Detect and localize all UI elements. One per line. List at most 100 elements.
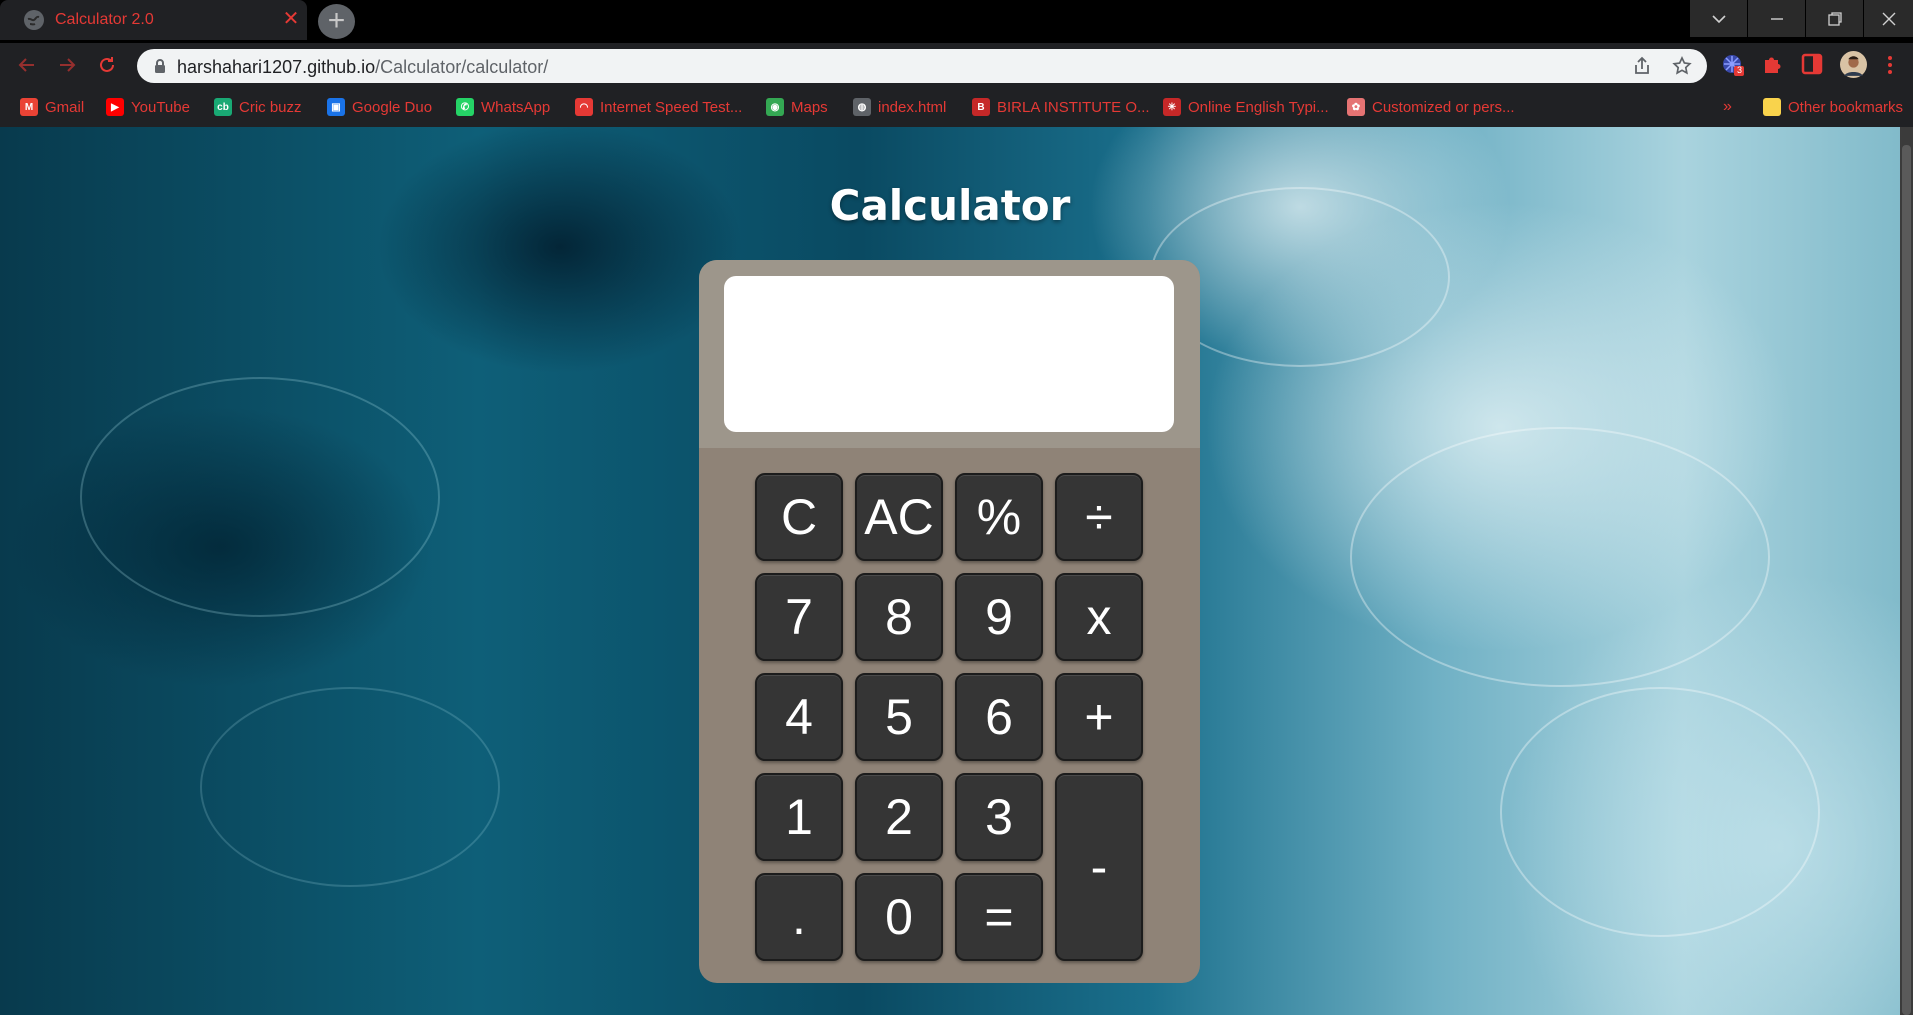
new-tab-button[interactable]: +	[318, 4, 355, 39]
other-bookmarks[interactable]: Other bookmarks	[1763, 96, 1903, 118]
speedtest-icon: ◠	[575, 98, 593, 116]
key-9[interactable]: 9	[955, 573, 1043, 661]
key-decimal[interactable]: .	[755, 873, 843, 961]
typing-icon: ✳	[1163, 98, 1181, 116]
bookmark-label: Cric buzz	[239, 98, 302, 116]
folder-icon	[1763, 98, 1781, 116]
tab-title: Calculator 2.0	[55, 11, 154, 28]
minimize-icon	[1770, 17, 1783, 20]
browser-toolbar: harshahari1207.github.io/Calculator/calc…	[0, 43, 1913, 86]
bookmark-label: Google Duo	[352, 98, 433, 116]
bookmark-label: WhatsApp	[481, 98, 551, 116]
bookmark-item[interactable]: ◠ Internet Speed Test...	[575, 96, 742, 118]
bookmark-item[interactable]: B BIRLA INSTITUTE O...	[972, 96, 1150, 118]
bookmarks-bar: M Gmail ▶ YouTube cb Cric buzz ▣ Google Duo ✆ Wha…	[0, 86, 1913, 127]
gift-icon: ✿	[1347, 98, 1365, 116]
key-divide[interactable]: ÷	[1055, 473, 1143, 561]
globe-icon	[24, 10, 44, 30]
key-multiply[interactable]: x	[1055, 573, 1143, 661]
bookmark-label: index.html	[878, 98, 947, 116]
sea-foam	[1500, 687, 1820, 937]
forward-arrow-icon	[60, 58, 76, 72]
bookmark-item[interactable]: ▣ Google Duo	[327, 96, 432, 118]
bookmark-label: YouTube	[131, 98, 190, 116]
puzzle-icon[interactable]	[1760, 52, 1784, 76]
url-path: /Calculator/calculator/	[375, 57, 549, 77]
bookmark-item[interactable]: ✿ Customized or pers...	[1347, 96, 1515, 118]
page-title: Calculator	[829, 181, 1071, 230]
key-all-clear[interactable]: AC	[855, 473, 943, 561]
bookmark-label: Online English Typi...	[1188, 98, 1329, 116]
chevron-down-icon	[1711, 14, 1726, 23]
key-equals[interactable]: =	[955, 873, 1043, 961]
gmail-icon: M	[20, 98, 38, 116]
key-3[interactable]: 3	[955, 773, 1043, 861]
url-text[interactable]: harshahari1207.github.io/Calculator/calc…	[177, 57, 548, 78]
youtube-icon: ▶	[106, 98, 124, 116]
key-7[interactable]: 7	[755, 573, 843, 661]
bookmark-item[interactable]: ✆ WhatsApp	[456, 96, 550, 118]
key-clear[interactable]: C	[755, 473, 843, 561]
tab-strip: Calculator 2.0 ✕ +	[0, 0, 1913, 43]
close-window-button[interactable]	[1864, 0, 1913, 37]
minimize-button[interactable]	[1748, 0, 1805, 37]
calculator: C AC% ÷ 7 8 9 x 4 5 6 +1 2 3-. 0 =	[699, 260, 1200, 983]
page-background: Calculator C AC% ÷ 7 8 9 x 4 5 6 +1 2 3-. 0 =	[0, 127, 1913, 1015]
google-duo-icon: ▣	[327, 98, 345, 116]
key-8[interactable]: 8	[855, 573, 943, 661]
reload-button[interactable]	[94, 53, 120, 77]
key-6[interactable]: 6	[955, 673, 1043, 761]
sea-foam	[80, 377, 440, 617]
other-bookmarks-label: Other bookmarks	[1788, 98, 1904, 116]
cricbuzz-icon: cb	[214, 98, 232, 116]
side-panel-icon[interactable]	[1800, 52, 1824, 76]
forward-button[interactable]	[54, 53, 80, 77]
key-0[interactable]: 0	[855, 873, 943, 961]
whatsapp-icon: ✆	[456, 98, 474, 116]
key-1[interactable]: 1	[755, 773, 843, 861]
bookmark-item[interactable]: cb Cric buzz	[214, 96, 302, 118]
restore-icon	[1827, 11, 1842, 26]
globe-icon: ◍	[853, 98, 871, 116]
bookmark-item[interactable]: ▶ YouTube	[106, 96, 190, 118]
reload-icon	[100, 57, 114, 72]
bookmarks-overflow-chevron[interactable]: »	[1723, 96, 1732, 118]
url-host: harshahari1207.github.io	[177, 57, 376, 77]
sea-foam	[200, 687, 500, 887]
calculator-display	[724, 276, 1174, 432]
lock-icon[interactable]	[151, 57, 169, 75]
key-5[interactable]: 5	[855, 673, 943, 761]
bookmark-item[interactable]: ◉ Maps	[766, 96, 828, 118]
maps-icon: ◉	[766, 98, 784, 116]
sea-foam	[1350, 427, 1770, 687]
bookmark-label: Maps	[791, 98, 828, 116]
restore-button[interactable]	[1806, 0, 1863, 37]
key-minus[interactable]: -	[1055, 773, 1143, 961]
key-2[interactable]: 2	[855, 773, 943, 861]
bookmark-item[interactable]: ◍ index.html	[853, 96, 946, 118]
back-button[interactable]	[14, 53, 40, 77]
bookmark-label: BIRLA INSTITUTE O...	[997, 98, 1150, 116]
browser-tab[interactable]: Calculator 2.0 ✕	[0, 0, 307, 40]
address-bar[interactable]: harshahari1207.github.io/Calculator/calc…	[137, 49, 1707, 83]
tab-search-button[interactable]	[1690, 0, 1747, 37]
bookmark-label: Customized or pers...	[1372, 98, 1515, 116]
key-plus[interactable]: +	[1055, 673, 1143, 761]
bookmark-item[interactable]: ✳ Online English Typi...	[1163, 96, 1329, 118]
close-tab-icon[interactable]: ✕	[280, 8, 302, 30]
share-icon[interactable]	[1632, 56, 1652, 76]
close-icon	[1882, 12, 1895, 25]
back-arrow-icon	[18, 58, 34, 72]
bits-icon: B	[972, 98, 990, 116]
bookmark-label: Gmail	[45, 98, 85, 116]
key-4[interactable]: 4	[755, 673, 843, 761]
scrollbar-thumb[interactable]	[1902, 145, 1911, 1015]
bookmark-item[interactable]: M Gmail	[20, 96, 84, 118]
bookmark-label: Internet Speed Test...	[600, 98, 743, 116]
calculator-header	[699, 260, 1200, 448]
bookmark-star-icon[interactable]	[1672, 56, 1692, 76]
extension-badge: 3	[1737, 65, 1743, 75]
avatar[interactable]	[1840, 51, 1867, 78]
key-percent[interactable]: %	[955, 473, 1043, 561]
kebab-menu-icon[interactable]	[1880, 53, 1900, 77]
